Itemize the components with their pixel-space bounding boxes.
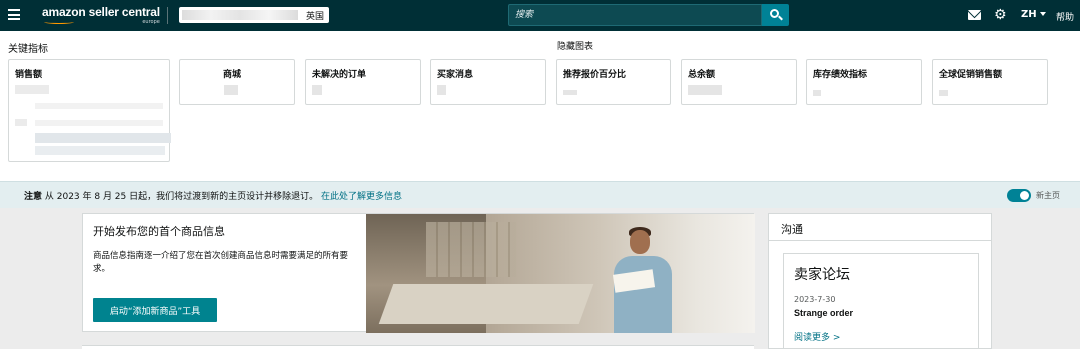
notice-prefix: 注意 (24, 192, 43, 202)
redacted-value (35, 146, 165, 155)
panel-title: 沟通 (781, 223, 803, 236)
toggle-label: 新主页 (1036, 191, 1060, 200)
hide-charts-link[interactable]: 隐藏图表 (557, 39, 593, 52)
redacted-value (35, 120, 163, 126)
redacted-value (813, 90, 821, 96)
person-head (630, 230, 650, 254)
redacted-value (35, 133, 171, 143)
redacted-store-name (182, 10, 298, 20)
menu-icon[interactable] (8, 9, 20, 20)
post-date: 2023-7-30 (794, 295, 836, 304)
marketplace-country: 英国 (305, 12, 324, 22)
toggle-knob (1020, 191, 1029, 200)
metric-card-total-balance[interactable]: 总余额 (681, 59, 797, 105)
post-title[interactable]: Strange order (794, 308, 853, 318)
redacted-value (312, 85, 322, 95)
notice-message: 从 2023 年 8 月 25 日起，我们将过渡到新的主页设计并移除退订。 (42, 192, 319, 202)
new-homepage-toggle[interactable] (1007, 189, 1031, 202)
search-button[interactable] (762, 4, 789, 26)
redacted-value (15, 85, 49, 94)
marketplace-selector[interactable]: 英国 (179, 7, 329, 23)
metric-card-open-orders[interactable]: 未解决的订单 (305, 59, 421, 105)
metric-card-marketplace[interactable]: 商城 (179, 59, 295, 105)
section-title: 关键指标 (8, 44, 48, 55)
metric-card-sales[interactable]: 销售额 (8, 59, 171, 162)
notice-banner: 注意 从 2023 年 8 月 25 日起，我们将过渡到新的主页设计并移除退订。… (0, 181, 1080, 208)
logo-text: amazon seller central (42, 5, 160, 19)
forum-title: 卖家论坛 (794, 267, 850, 283)
language-label: ZH (1021, 9, 1037, 20)
metric-label: 买家消息 (437, 70, 474, 80)
first-listing-card: 开始发布您的首个商品信息 商品信息指南逐一介绍了您在首次创建商品信息时需要满足的… (82, 213, 755, 333)
metric-card-buyer-messages[interactable]: 买家消息 (430, 59, 546, 105)
search-box (508, 4, 762, 26)
metric-label: 商城 (223, 70, 242, 80)
metric-card-global-promotions[interactable]: 全球促销销售额 (932, 59, 1048, 105)
next-card-edge (82, 345, 754, 349)
redacted-value (35, 103, 163, 109)
metric-label: 未解决的订单 (312, 70, 367, 80)
photo-frames (426, 222, 516, 277)
redacted-value (939, 90, 948, 96)
redacted-value (563, 90, 577, 95)
metric-card-featured-offer[interactable]: 推荐报价百分比 (556, 59, 671, 105)
metric-label: 总余额 (688, 70, 716, 80)
search-input[interactable] (509, 5, 761, 25)
person-body (614, 256, 672, 333)
photo-table (378, 284, 594, 324)
card-description: 商品信息指南逐一介绍了您在首次创建商品信息时需要满足的所有要求。 (93, 251, 349, 274)
logo-region: europe (142, 19, 160, 25)
learn-more-link[interactable]: 在此处了解更多信息 (321, 192, 402, 202)
notice-text: 注意 从 2023 年 8 月 25 日起，我们将过渡到新的主页设计并移除退订。… (24, 189, 402, 202)
metric-label: 库存绩效指标 (813, 70, 868, 80)
metric-card-inventory-performance[interactable]: 库存绩效指标 (806, 59, 922, 105)
language-selector[interactable]: ZH (1021, 9, 1046, 20)
top-navigation-bar: amazon seller central europe 英国 ⚙ ZH 帮助 (0, 0, 1080, 31)
redacted-value (437, 85, 446, 95)
card-title: 开始发布您的首个商品信息 (93, 225, 225, 238)
panel-header: 沟通 (769, 214, 991, 241)
search-icon-handle (778, 15, 783, 21)
workshop-photo (366, 214, 755, 333)
launch-add-product-button[interactable]: 启动“添加新商品”工具 (93, 298, 217, 322)
metric-label: 全球促销销售额 (939, 70, 1003, 80)
communication-panel: 沟通 卖家论坛 2023-7-30 Strange order 阅读更多 > (768, 213, 992, 349)
metric-label: 推荐报价百分比 (563, 70, 627, 80)
amazon-smile-icon (44, 20, 74, 24)
seller-forum-card: 卖家论坛 2023-7-30 Strange order 阅读更多 > (783, 253, 979, 349)
metric-label: 销售额 (15, 70, 43, 80)
seller-central-logo[interactable]: amazon seller central europe (42, 5, 160, 25)
nav-divider (167, 7, 168, 24)
mail-icon[interactable] (968, 10, 981, 20)
read-more-link[interactable]: 阅读更多 > (794, 330, 840, 343)
redacted-value (688, 85, 722, 95)
chevron-down-icon (1039, 12, 1046, 16)
redacted-value (224, 85, 238, 95)
redacted-value (15, 119, 27, 126)
gear-icon[interactable]: ⚙ (994, 8, 1008, 22)
help-link[interactable]: 帮助 (1056, 10, 1074, 23)
